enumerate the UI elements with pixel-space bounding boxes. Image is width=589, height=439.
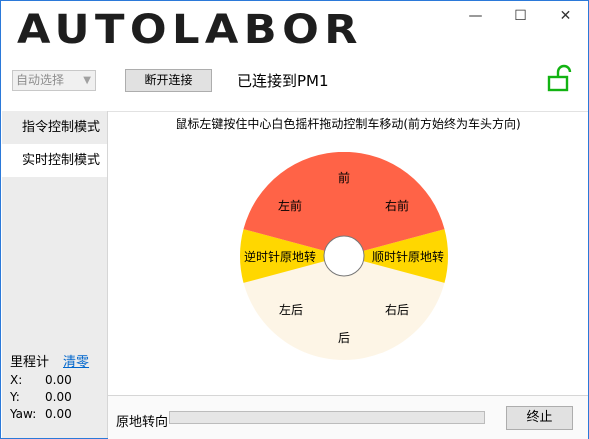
wheel-label-front-right: 右前 bbox=[385, 198, 409, 213]
wheel-label-cw: 顺时针原地转 bbox=[372, 249, 444, 264]
odometer-row-x: X: 0.00 bbox=[10, 373, 105, 387]
connection-bar: 自动选择 ▼ 断开连接 已连接到PM1 bbox=[1, 64, 588, 95]
minimize-button[interactable]: — bbox=[453, 1, 498, 31]
wheel-label-back-right: 右后 bbox=[385, 302, 409, 317]
odometer-key: X: bbox=[10, 373, 23, 387]
unlock-icon[interactable] bbox=[546, 64, 572, 92]
chevron-down-icon: ▼ bbox=[83, 75, 91, 86]
bottom-bar: 原地转向 终止 bbox=[108, 395, 588, 439]
odometer-clear-link[interactable]: 清零 bbox=[63, 351, 89, 370]
maximize-icon: ☐ bbox=[514, 8, 527, 24]
sidebar-item-label: 实时控制模式 bbox=[22, 153, 101, 168]
odometer-title: 里程计 bbox=[10, 355, 50, 370]
rotation-progress-bar bbox=[169, 411, 485, 424]
wheel-label-ccw: 逆时针原地转 bbox=[244, 249, 316, 264]
odometer-value: 0.00 bbox=[45, 407, 72, 421]
odometer-row-yaw: Yaw: 0.00 bbox=[10, 407, 105, 421]
port-select-value: 自动选择 bbox=[16, 73, 65, 87]
sidebar-item-command-mode[interactable]: 指令控制模式 bbox=[2, 111, 107, 144]
odometer-value: 0.00 bbox=[45, 373, 72, 387]
odometer-row-y: Y: 0.00 bbox=[10, 390, 105, 404]
joystick-knob[interactable] bbox=[323, 235, 365, 277]
close-button[interactable]: ✕ bbox=[543, 1, 588, 31]
connection-status: 已连接到PM1 bbox=[237, 72, 329, 90]
close-icon: ✕ bbox=[559, 8, 572, 24]
instruction-text: 鼠标左键按住中心白色摇杆拖动控制车移动(前方始终为车头方向) bbox=[175, 117, 521, 131]
wheel-label-back-left: 左后 bbox=[279, 302, 303, 317]
wheel-label-front-left: 左前 bbox=[278, 198, 302, 213]
odometer-panel: 里程计 清零 X: 0.00 Y: 0.00 Yaw: 0.00 bbox=[10, 351, 105, 421]
wheel-label-back: 后 bbox=[338, 331, 350, 345]
minimize-icon: — bbox=[468, 8, 483, 24]
wheel-label-front: 前 bbox=[338, 170, 350, 185]
app-window: AUTOLABOR — ☐ ✕ 自动选择 ▼ 断开连接 已连接到PM1 指令控制… bbox=[0, 0, 589, 439]
window-controls: — ☐ ✕ bbox=[453, 1, 588, 31]
odometer-key: Yaw: bbox=[10, 407, 37, 421]
app-logo: AUTOLABOR bbox=[17, 7, 363, 53]
direction-wheel[interactable]: 前 左前 右前 逆时针原地转 顺时针原地转 左后 右后 后 bbox=[240, 152, 448, 360]
mode-sidebar: 指令控制模式 实时控制模式 里程计 清零 X: 0.00 Y: 0.00 Yaw… bbox=[2, 111, 108, 438]
disconnect-button[interactable]: 断开连接 bbox=[125, 69, 212, 92]
odometer-key: Y: bbox=[10, 390, 20, 404]
realtime-control-pane: 鼠标左键按住中心白色摇杆拖动控制车移动(前方始终为车头方向) 前 左前 右前 逆… bbox=[108, 111, 588, 396]
odometer-value: 0.00 bbox=[45, 390, 72, 404]
rotate-label: 原地转向 bbox=[116, 415, 169, 430]
stop-button[interactable]: 终止 bbox=[506, 406, 573, 430]
sidebar-item-label: 指令控制模式 bbox=[22, 120, 101, 135]
odometer-header: 里程计 清零 bbox=[10, 351, 105, 370]
port-select[interactable]: 自动选择 ▼ bbox=[12, 70, 96, 91]
sidebar-item-realtime-mode[interactable]: 实时控制模式 bbox=[2, 144, 107, 177]
maximize-button[interactable]: ☐ bbox=[498, 1, 543, 31]
